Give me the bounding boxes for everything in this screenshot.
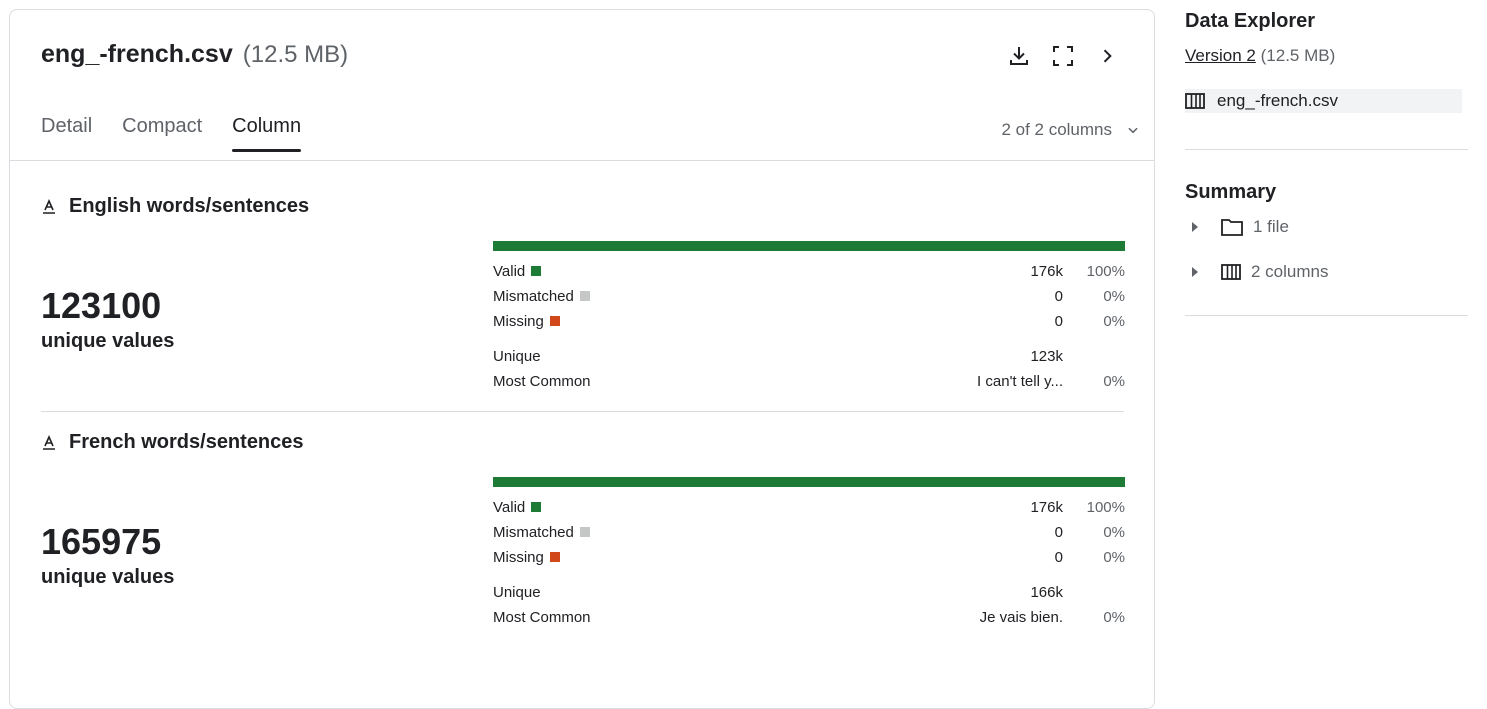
stat-row-missing: Missing 0 0% — [493, 311, 1125, 331]
stat-percent: 100% — [1086, 262, 1125, 280]
stat-row-valid: Valid 176k 100% — [493, 497, 1125, 517]
tab-compact[interactable]: Compact — [122, 115, 202, 152]
stat-percent: 0% — [1103, 287, 1125, 305]
stat-percent: 100% — [1086, 498, 1125, 516]
tab-detail[interactable]: Detail — [41, 115, 92, 152]
stat-percent: 0% — [1103, 372, 1125, 390]
missing-legend-swatch — [549, 552, 560, 562]
view-tabs: Detail Compact Column — [41, 115, 301, 152]
column-stats: Valid 176k 100% Mismatched 0 0% Missing … — [493, 497, 1125, 637]
stat-value: Je vais bien. — [979, 608, 1063, 626]
stat-row-unique: Unique 166k — [493, 582, 1125, 602]
file-name: eng_-french.csv — [41, 40, 233, 68]
sidebar-file-item[interactable]: eng_-french.csv — [1185, 89, 1462, 113]
sidebar-divider — [1185, 149, 1468, 150]
stat-row-mismatched: Mismatched 0 0% — [493, 286, 1125, 306]
folder-icon — [1221, 219, 1243, 236]
valid-bar — [493, 241, 1125, 251]
stat-label: Missing — [493, 548, 544, 566]
column-section-english: English words/sentences 123100 unique va… — [41, 195, 1125, 415]
stat-label: Missing — [493, 312, 544, 330]
stat-value: 123k — [1030, 347, 1063, 365]
caret-right-icon — [1192, 267, 1198, 277]
stat-value: 176k — [1030, 262, 1063, 280]
mismatched-legend-swatch — [579, 291, 590, 301]
tab-column[interactable]: Column — [232, 115, 301, 152]
stat-label: Valid — [493, 262, 526, 280]
stat-row-unique: Unique 123k — [493, 346, 1125, 366]
version-link[interactable]: Version 2 — [1185, 46, 1256, 65]
summary-item-label: 2 columns — [1251, 262, 1329, 281]
download-icon[interactable] — [1006, 43, 1032, 69]
unique-count: 165975 — [41, 521, 162, 562]
stat-percent: 0% — [1103, 523, 1125, 541]
stat-label: Most Common — [493, 608, 591, 626]
columns-selector[interactable]: 2 of 2 columns — [1001, 120, 1140, 140]
stat-label: Valid — [493, 498, 526, 516]
stat-label: Mismatched — [493, 287, 574, 305]
valid-legend-swatch — [531, 266, 542, 276]
sidebar-file-name: eng_-french.csv — [1217, 91, 1338, 110]
column-title: English words/sentences — [41, 195, 309, 218]
fullscreen-icon[interactable] — [1050, 43, 1076, 69]
stat-row-missing: Missing 0 0% — [493, 547, 1125, 567]
file-header: eng_-french.csv (12.5 MB) — [41, 40, 348, 69]
summary-item-columns[interactable]: 2 columns — [1191, 262, 1328, 282]
version-info: Version 2 (12.5 MB) — [1185, 46, 1335, 66]
stat-value: I can't tell y... — [977, 372, 1063, 390]
stat-row-mismatched: Mismatched 0 0% — [493, 522, 1125, 542]
stat-value: 176k — [1030, 498, 1063, 516]
stat-value: 0 — [1054, 287, 1063, 305]
stat-label: Mismatched — [493, 523, 574, 541]
tabs-divider — [10, 160, 1154, 161]
valid-bar — [493, 477, 1125, 487]
summary-item-label: 1 file — [1253, 217, 1289, 236]
text-type-icon — [43, 434, 55, 450]
mismatched-legend-swatch — [579, 527, 590, 537]
caret-right-icon — [1192, 222, 1198, 232]
stat-percent: 0% — [1103, 608, 1125, 626]
column-stats: Valid 176k 100% Mismatched 0 0% Missing … — [493, 261, 1125, 401]
stat-value: 166k — [1030, 583, 1063, 601]
chevron-down-icon — [1128, 127, 1138, 134]
unique-label: unique values — [41, 330, 175, 352]
column-section-french: French words/sentences 165975 unique val… — [41, 431, 1125, 651]
unique-label: unique values — [41, 566, 175, 588]
version-size: (12.5 MB) — [1260, 46, 1336, 65]
file-size: (12.5 MB) — [242, 41, 349, 68]
stat-value: 0 — [1054, 523, 1063, 541]
sidebar-title: Data Explorer — [1185, 10, 1316, 32]
stat-row-valid: Valid 176k 100% — [493, 261, 1125, 281]
summary-title: Summary — [1185, 181, 1277, 203]
column-title-text: English words/sentences — [69, 195, 310, 217]
section-divider — [41, 411, 1124, 412]
summary-item-files[interactable]: 1 file — [1191, 217, 1289, 237]
table-icon — [1185, 93, 1205, 109]
sidebar-divider — [1185, 315, 1468, 316]
columns-icon — [1221, 264, 1241, 280]
column-title: French words/sentences — [41, 431, 304, 454]
stat-row-most-common: Most Common Je vais bien. 0% — [493, 607, 1125, 627]
stat-percent: 0% — [1103, 548, 1125, 566]
stat-value: 0 — [1054, 548, 1063, 566]
stat-label: Unique — [493, 583, 541, 601]
stat-label: Unique — [493, 347, 541, 365]
unique-count: 123100 — [41, 285, 162, 326]
file-preview-card: eng_-french.csv (12.5 MB) Detail Compact… — [9, 9, 1155, 709]
stat-percent: 0% — [1103, 312, 1125, 330]
header-actions — [1006, 43, 1120, 69]
valid-legend-swatch — [531, 502, 542, 512]
column-title-text: French words/sentences — [69, 431, 304, 453]
stat-row-most-common: Most Common I can't tell y... 0% — [493, 371, 1125, 391]
stat-value: 0 — [1054, 312, 1063, 330]
columns-selector-label: 2 of 2 columns — [1001, 120, 1112, 139]
stat-label: Most Common — [493, 372, 591, 390]
text-type-icon — [43, 198, 55, 214]
missing-legend-swatch — [549, 316, 560, 326]
chevron-right-icon[interactable] — [1094, 43, 1120, 69]
